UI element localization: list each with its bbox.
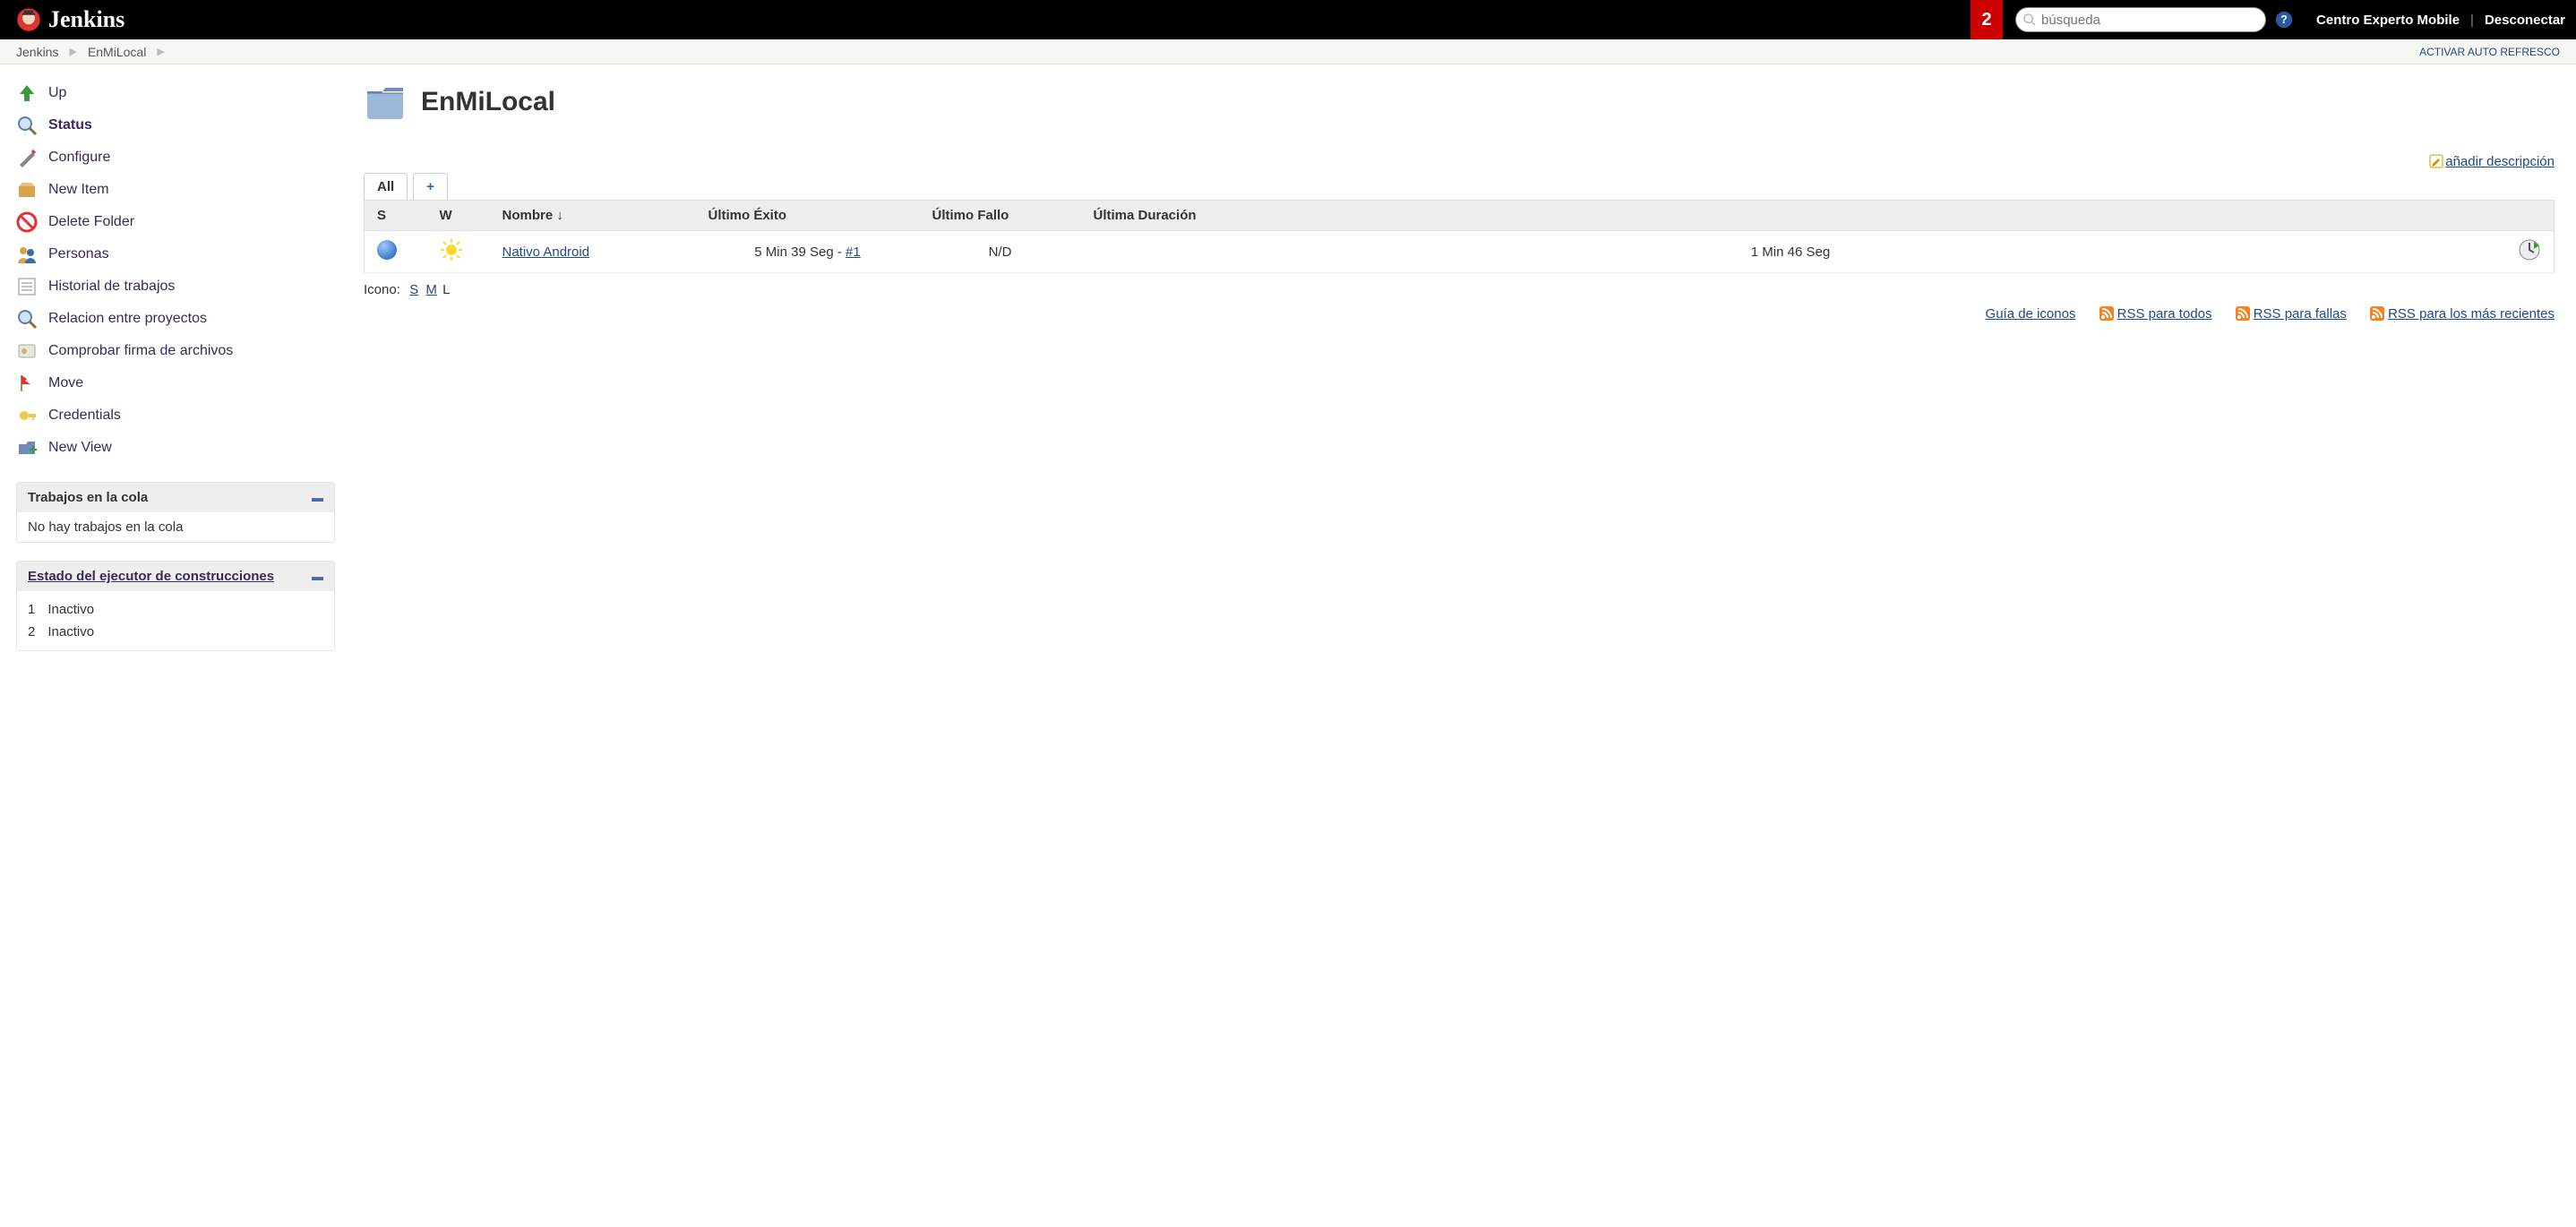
sidebar-item-label: Move [48,375,83,391]
sidebar-item-comprobar-firma-de-archivos[interactable]: Comprobar firma de archivos [16,335,337,367]
help-button[interactable]: ? [2275,0,2306,39]
collapse-icon[interactable]: ▬ [312,491,323,504]
iconsize-m[interactable]: M [425,282,437,297]
new-view-icon [16,437,38,459]
sidebar-item-label: Comprobar firma de archivos [48,343,233,359]
jenkins-logo[interactable]: Jenkins [0,0,141,39]
rss-icon [2370,306,2384,321]
status-ball-icon [377,240,397,260]
delete-icon [16,211,38,233]
view-tabs: All + [364,173,2555,200]
col-name[interactable]: Nombre ↓ [490,201,696,231]
col-status[interactable]: S [365,201,427,231]
collapse-icon[interactable]: ▬ [312,570,323,583]
history-icon [16,276,38,297]
sidebar-item-status[interactable]: Status [16,109,337,142]
sidebar-item-label: Status [48,117,92,133]
sidebar-item-configure[interactable]: Configure [16,142,337,174]
logout-link[interactable]: Desconectar [2474,0,2576,39]
crumb-folder[interactable]: EnMiLocal [88,45,146,59]
sidebar-item-label: Personas [48,246,109,262]
executor-pane: Estado del ejecutor de construcciones ▬ … [16,561,335,651]
sidebar-item-label: Relacion entre proyectos [48,311,207,327]
svg-text:?: ? [2280,13,2288,26]
breadcrumb: Jenkins ▶ EnMiLocal ▶ ACTIVAR AUTO REFRE… [0,39,2576,64]
sidebar-item-label: Delete Folder [48,214,134,230]
credentials-icon [16,405,38,426]
edit-icon [2429,154,2443,168]
sidebar-item-label: Credentials [48,408,121,424]
col-weather[interactable]: W [427,201,490,231]
sidebar-item-personas[interactable]: Personas [16,238,337,270]
sidebar-item-label: Up [48,85,66,101]
build-now-icon[interactable] [2518,238,2541,262]
iconsize-l: L [442,282,450,297]
page-title: EnMiLocal [421,87,555,117]
tab-add-view[interactable]: + [413,173,448,200]
up-icon [16,82,38,104]
sidebar-item-label: New View [48,440,112,456]
folder-icon [364,81,407,124]
sidebar-item-move[interactable]: Move [16,367,337,399]
weather-sunny-icon [440,238,463,262]
rss-fail[interactable]: RSS para fallas [2254,306,2347,322]
page-heading: EnMiLocal [364,81,2555,124]
sidebar-item-relacion-entre-proyectos[interactable]: Relacion entre proyectos [16,303,337,335]
sidebar-item-new-view[interactable]: New View [16,432,337,464]
search-input[interactable] [2015,7,2266,32]
executor-row: 2Inactivo [28,621,323,643]
sidebar-item-delete-folder[interactable]: Delete Folder [16,206,337,238]
rss-all[interactable]: RSS para todos [2117,306,2212,322]
build-queue-pane: Trabajos en la cola ▬ No hay trabajos en… [16,482,335,543]
jenkins-head-icon [16,7,41,32]
sidebar-item-label: Configure [48,150,110,166]
crumb-jenkins[interactable]: Jenkins [16,45,58,59]
queue-empty: No hay trabajos en la cola [17,512,334,542]
legend-link[interactable]: Guía de iconos [1986,306,2076,322]
sidebar-item-label: New Item [48,182,109,198]
move-icon [16,373,38,394]
new-item-icon [16,179,38,201]
search-icon [16,115,38,136]
job-name-link[interactable]: Nativo Android [502,245,590,260]
build-link[interactable]: #1 [846,245,861,260]
jobs-table: S W Nombre ↓ Último Éxito Último Fallo Ú… [364,200,2555,273]
col-duration[interactable]: Última Duración [1081,201,2501,231]
help-icon: ? [2275,11,2293,29]
auto-refresh-link[interactable]: ACTIVAR AUTO REFRESCO [2419,46,2560,58]
col-success[interactable]: Último Éxito [696,201,920,231]
sidebar-item-up[interactable]: Up [16,77,337,109]
col-fail[interactable]: Último Fallo [920,201,1081,231]
user-link[interactable]: Centro Experto Mobile [2306,0,2470,39]
fingerprint-icon [16,340,38,362]
table-row: Nativo Android5 Min 39 Seg - #1N/D1 Min … [365,231,2555,273]
brand-text: Jenkins [48,6,125,33]
relation-icon [16,308,38,330]
tab-all[interactable]: All [364,173,408,200]
rss-icon [2099,306,2114,321]
rss-icon [2236,306,2250,321]
notification-badge[interactable]: 2 [1971,0,2003,39]
sidebar-item-label: Historial de trabajos [48,279,175,295]
rss-latest[interactable]: RSS para los más recientes [2388,306,2555,322]
add-description-link[interactable]: añadir descripción [2429,154,2555,169]
executor-title[interactable]: Estado del ejecutor de construcciones [28,569,274,584]
people-icon [16,244,38,265]
executor-row: 1Inactivo [28,598,323,621]
chevron-right-icon: ▶ [157,46,164,57]
configure-icon [16,147,38,168]
queue-title: Trabajos en la cola [28,490,148,505]
iconsize-s[interactable]: S [409,282,418,297]
sidebar-item-historial-de-trabajos[interactable]: Historial de trabajos [16,270,337,303]
search-icon [2022,13,2037,27]
chevron-right-icon: ▶ [69,46,76,57]
sidebar-item-credentials[interactable]: Credentials [16,399,337,432]
sidebar-item-new-item[interactable]: New Item [16,174,337,206]
icon-size: Icono: S M L [364,282,2555,297]
